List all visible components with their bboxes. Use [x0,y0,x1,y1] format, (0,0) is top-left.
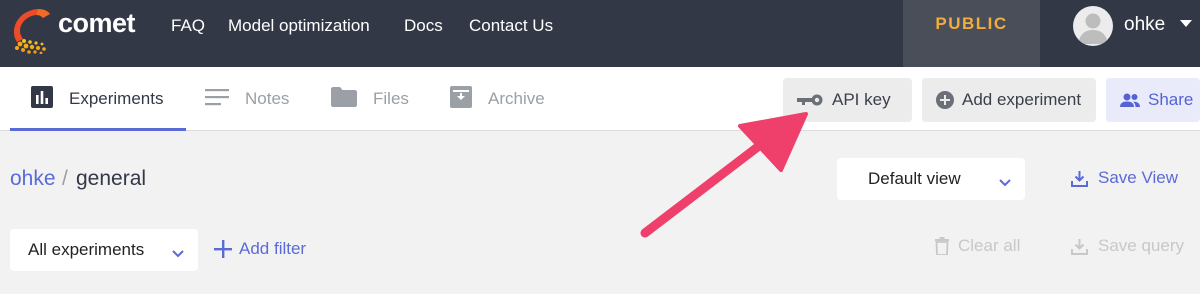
nav-link-contact-us[interactable]: Contact Us [469,16,553,36]
clear-all-label: Clear all [958,236,1021,255]
tab-notes-label: Notes [245,89,290,108]
breadcrumb-workspace[interactable]: ohke [10,167,56,191]
share-label: Share [1148,90,1194,109]
save-view-button[interactable]: Save View [1071,168,1178,188]
comet-logo-icon[interactable] [8,6,52,54]
breadcrumb-separator: / [62,167,68,190]
download-icon [1071,238,1088,255]
chevron-down-icon [172,243,184,263]
breadcrumb-project: general [76,167,147,190]
bar-chart-icon [31,85,53,113]
add-filter-button[interactable]: Add filter [214,239,306,259]
save-query-label: Save query [1098,236,1184,255]
chevron-down-icon [999,172,1011,192]
archive-icon [450,85,472,113]
key-icon [797,93,823,107]
api-key-label: API key [832,90,891,109]
clear-all-button[interactable]: Clear all [935,236,1020,256]
tab-experiments[interactable]: Experiments [31,67,163,131]
visibility-badge-label: PUBLIC [935,14,1008,33]
avatar[interactable] [1073,6,1113,46]
tab-archive[interactable]: Archive [450,67,545,131]
brand-name[interactable]: comet [58,8,136,39]
download-icon [1071,170,1088,187]
nav-link-faq[interactable]: FAQ [171,16,205,36]
plus-icon [214,240,232,258]
share-button[interactable]: Share [1106,78,1200,122]
notes-icon [205,88,229,111]
nav-link-model-optimization[interactable]: Model optimization [228,16,370,36]
add-experiment-button[interactable]: Add experiment [922,78,1096,122]
view-select-value: Default view [868,169,961,188]
save-query-button[interactable]: Save query [1071,236,1184,256]
active-tab-indicator [10,128,186,131]
plus-circle-icon [936,91,954,109]
add-experiment-label: Add experiment [962,90,1082,109]
experiments-select[interactable]: All experiments [10,229,198,271]
tab-experiments-label: Experiments [69,89,164,108]
username[interactable]: ohke [1124,14,1165,36]
folder-icon [331,86,357,112]
add-filter-label: Add filter [239,239,307,258]
project-tab-bar: Experiments Notes Files Archive API key … [0,67,1200,131]
nav-link-docs[interactable]: Docs [404,16,443,36]
chevron-down-icon[interactable] [1180,20,1192,27]
view-select[interactable]: Default view [837,158,1025,200]
top-navbar: comet FAQ Model optimization Docs Contac… [0,0,1200,67]
tab-archive-label: Archive [488,89,545,108]
tab-files-label: Files [373,89,409,108]
trash-icon [935,237,949,255]
visibility-badge[interactable]: PUBLIC [903,0,1040,67]
api-key-button[interactable]: API key [783,78,912,122]
user-avatar-icon [1078,13,1108,44]
tab-notes[interactable]: Notes [205,67,289,131]
tab-files[interactable]: Files [331,67,409,131]
experiments-select-value: All experiments [28,240,145,259]
save-view-label: Save View [1098,168,1179,187]
people-icon [1120,93,1140,107]
